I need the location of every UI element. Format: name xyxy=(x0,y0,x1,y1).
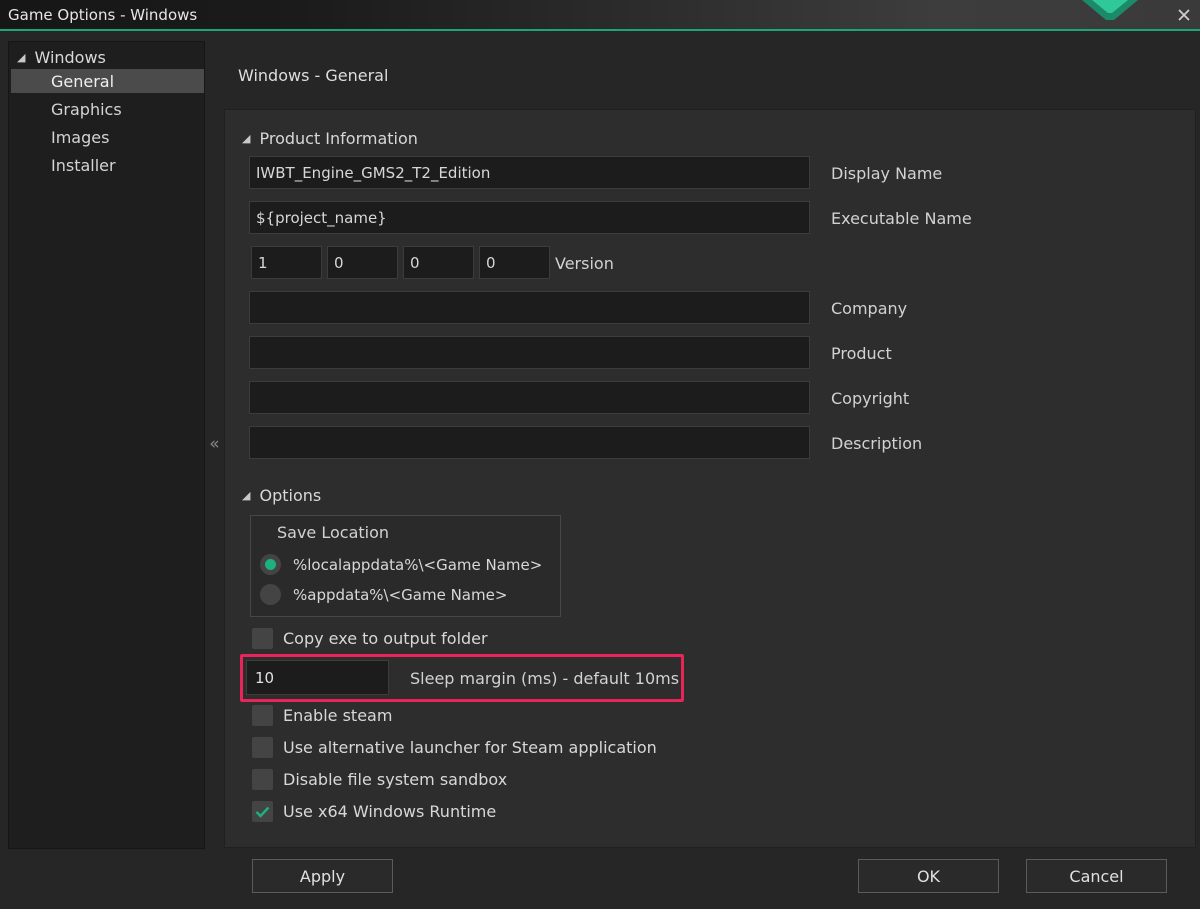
cancel-button[interactable]: Cancel xyxy=(1026,859,1167,893)
triangle-down-icon: ◢ xyxy=(17,50,26,64)
tree-root-label: Windows xyxy=(34,47,106,67)
title-bar: Game Options - Windows xyxy=(0,0,1200,31)
checkbox[interactable] xyxy=(252,737,273,758)
ok-button[interactable]: OK xyxy=(858,859,999,893)
version-revision-field[interactable] xyxy=(479,246,550,279)
page-title: Windows - General xyxy=(238,66,389,85)
description-label: Description xyxy=(831,434,923,453)
sleep-margin-label: Sleep margin (ms) - default 10ms xyxy=(410,669,680,688)
x64-runtime-checkbox-row[interactable]: Use x64 Windows Runtime xyxy=(252,801,496,822)
display-name-label: Display Name xyxy=(831,164,943,183)
product-field[interactable] xyxy=(249,336,810,369)
double-chevron-left-icon: « xyxy=(209,434,220,454)
enable-steam-checkbox-row[interactable]: Enable steam xyxy=(252,705,392,726)
radio-localappdata[interactable]: %localappdata%\<Game Name> xyxy=(260,554,542,575)
window-title: Game Options - Windows xyxy=(8,6,198,24)
checkbox[interactable] xyxy=(252,628,273,649)
radio-appdata[interactable]: %appdata%\<Game Name> xyxy=(260,584,507,605)
tree-item-graphics[interactable]: Graphics xyxy=(11,97,204,121)
checkbox-label: Disable file system sandbox xyxy=(283,770,508,789)
version-label: Version xyxy=(555,254,614,273)
executable-name-field[interactable] xyxy=(249,201,810,234)
company-field[interactable] xyxy=(249,291,810,324)
radio-button-selected[interactable] xyxy=(260,554,281,575)
version-major-field[interactable] xyxy=(251,246,322,279)
tree-item-images[interactable]: Images xyxy=(11,125,204,149)
checkbox-label: Enable steam xyxy=(283,706,393,725)
section-options[interactable]: ◢ Options xyxy=(242,486,321,505)
checkbox[interactable] xyxy=(252,769,273,790)
apply-button[interactable]: Apply xyxy=(252,859,393,893)
description-field[interactable] xyxy=(249,426,810,459)
triangle-down-icon: ◢ xyxy=(242,489,251,502)
checkbox-label: Copy exe to output folder xyxy=(283,629,488,648)
section-title: Product Information xyxy=(259,129,418,148)
save-location-title: Save Location xyxy=(277,523,390,542)
tree-item-label: Images xyxy=(51,127,110,147)
company-label: Company xyxy=(831,299,908,318)
section-title: Options xyxy=(259,486,322,505)
sleep-margin-field[interactable] xyxy=(246,660,389,695)
display-name-field[interactable] xyxy=(249,156,810,189)
collapse-panel-button[interactable]: « xyxy=(205,432,224,456)
tree-item-general[interactable]: General xyxy=(11,69,204,93)
tree-item-label: Graphics xyxy=(51,99,122,119)
checkbox[interactable] xyxy=(252,705,273,726)
checkbox-label: Use x64 Windows Runtime xyxy=(283,802,497,821)
radio-button[interactable] xyxy=(260,584,281,605)
tree-item-installer[interactable]: Installer xyxy=(11,153,204,177)
copyright-field[interactable] xyxy=(249,381,810,414)
copy-exe-checkbox-row[interactable]: Copy exe to output folder xyxy=(252,628,488,649)
title-decoration-icon xyxy=(1082,0,1138,20)
version-minor-field[interactable] xyxy=(327,246,398,279)
close-button[interactable] xyxy=(1170,2,1198,28)
close-icon xyxy=(1178,9,1190,21)
radio-label: %localappdata%\<Game Name> xyxy=(293,555,543,574)
triangle-down-icon: ◢ xyxy=(242,132,251,145)
radio-label: %appdata%\<Game Name> xyxy=(293,585,508,604)
options-tree: ◢ Windows General Graphics Images Instal… xyxy=(8,41,205,849)
tree-item-label: Installer xyxy=(51,155,116,175)
section-product-information[interactable]: ◢ Product Information xyxy=(242,129,418,148)
checkbox-label: Use alternative launcher for Steam appli… xyxy=(283,738,657,757)
tree-node-windows[interactable]: ◢ Windows xyxy=(17,46,106,68)
checkbox-checked[interactable] xyxy=(252,801,273,822)
executable-name-label: Executable Name xyxy=(831,209,972,228)
tree-item-label: General xyxy=(51,71,115,91)
disable-sandbox-checkbox-row[interactable]: Disable file system sandbox xyxy=(252,769,507,790)
alt-launcher-checkbox-row[interactable]: Use alternative launcher for Steam appli… xyxy=(252,737,657,758)
checkmark-icon xyxy=(255,806,270,818)
version-build-field[interactable] xyxy=(403,246,474,279)
copyright-label: Copyright xyxy=(831,389,910,408)
product-label: Product xyxy=(831,344,892,363)
